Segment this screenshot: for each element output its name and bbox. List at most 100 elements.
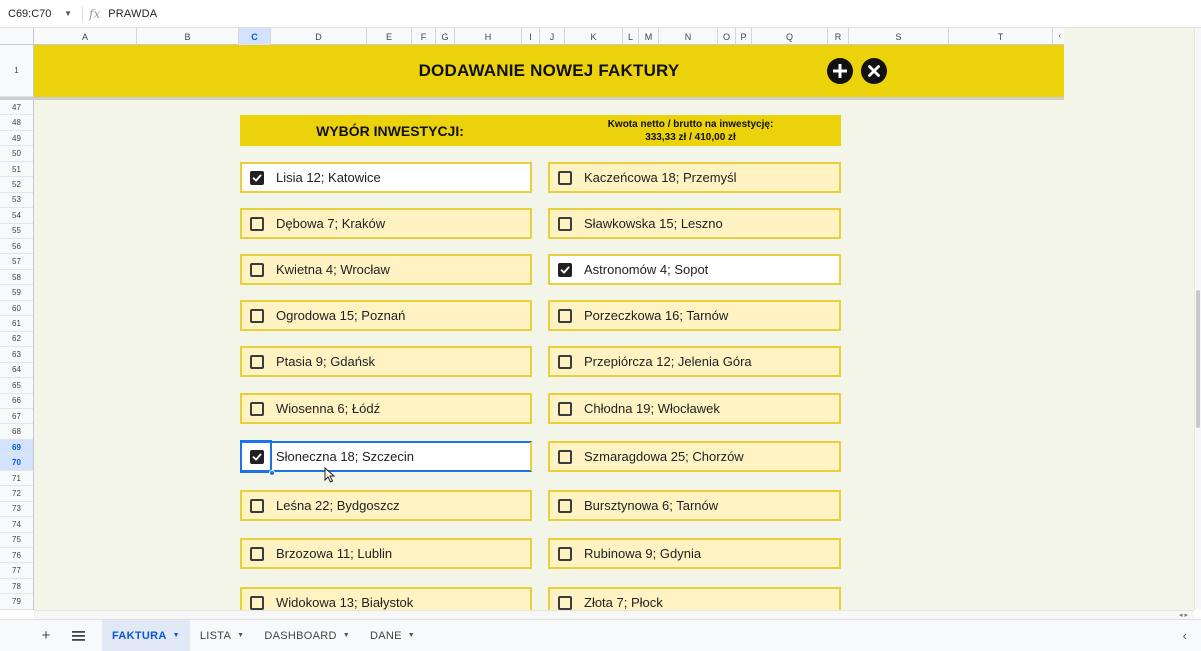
investment-item[interactable]: Ptasia 9; Gdańsk: [240, 346, 532, 377]
investment-item[interactable]: Widokowa 13; Białystok: [240, 587, 532, 610]
row-header[interactable]: 51: [0, 162, 33, 178]
column-header-a[interactable]: A: [34, 28, 137, 45]
row-header[interactable]: 54: [0, 208, 33, 224]
investment-item[interactable]: Przepiórcza 12; Jelenia Góra: [548, 346, 841, 377]
horizontal-scrollbar[interactable]: ◂ ▸: [34, 610, 1194, 619]
row-header[interactable]: 61: [0, 316, 33, 332]
row-header[interactable]: 55: [0, 224, 33, 240]
row-header[interactable]: 1: [0, 45, 33, 97]
row-header[interactable]: 74: [0, 517, 33, 533]
row-header[interactable]: 76: [0, 548, 33, 564]
column-header-p[interactable]: P: [736, 28, 752, 45]
investment-item[interactable]: Kaczeńcowa 18; Przemyśl: [548, 162, 841, 193]
close-button[interactable]: [861, 58, 887, 84]
checkbox-checked[interactable]: [250, 170, 264, 185]
column-header-g[interactable]: G: [436, 28, 455, 45]
column-header-c[interactable]: C: [239, 28, 271, 45]
row-header[interactable]: 79: [0, 594, 33, 610]
checkbox-unchecked[interactable]: [250, 498, 264, 513]
sheet-tab-dashboard[interactable]: DASHBOARD ▼: [254, 620, 360, 651]
add-sheet-button[interactable]: +: [30, 620, 62, 651]
row-header[interactable]: 67: [0, 409, 33, 425]
row-header[interactable]: 69: [0, 439, 33, 456]
row-header[interactable]: 66: [0, 394, 33, 409]
checkbox-unchecked[interactable]: [250, 262, 264, 277]
add-invoice-button[interactable]: [827, 58, 853, 84]
vertical-scroll-thumb[interactable]: [1196, 290, 1200, 428]
checkbox-unchecked[interactable]: [558, 546, 572, 561]
checkbox-unchecked[interactable]: [250, 546, 264, 561]
column-header-s[interactable]: S: [849, 28, 949, 45]
checkbox-unchecked[interactable]: [250, 308, 264, 323]
checkbox-unchecked[interactable]: [558, 354, 572, 369]
row-header[interactable]: 50: [0, 146, 33, 162]
row-header[interactable]: 63: [0, 347, 33, 363]
investment-item[interactable]: Ogrodowa 15; Poznań: [240, 300, 532, 331]
investment-item[interactable]: Rubinowa 9; Gdynia: [548, 538, 841, 569]
checkbox-unchecked[interactable]: [558, 401, 572, 416]
sheet-tab-dane[interactable]: DANE ▼: [360, 620, 425, 651]
row-header[interactable]: 57: [0, 255, 33, 270]
investment-item[interactable]: Chłodna 19; Włocławek: [548, 393, 841, 424]
row-header[interactable]: 78: [0, 579, 33, 595]
investment-item[interactable]: Sławkowska 15; Leszno: [548, 208, 841, 239]
investment-item[interactable]: Szmaragdowa 25; Chorzów: [548, 441, 841, 472]
column-header-f[interactable]: F: [412, 28, 436, 45]
column-header-q[interactable]: Q: [752, 28, 828, 45]
sheet-tab-faktura[interactable]: FAKTURA ▼: [102, 619, 190, 651]
row-header[interactable]: 62: [0, 332, 33, 348]
checkbox-unchecked[interactable]: [558, 216, 572, 231]
column-header-n[interactable]: N: [659, 28, 718, 45]
column-header-j[interactable]: J: [540, 28, 565, 45]
column-header-i[interactable]: I: [522, 28, 540, 45]
name-box[interactable]: C69:C70 ▼: [0, 0, 78, 28]
investment-item[interactable]: Leśna 22; Bydgoszcz: [240, 490, 532, 521]
column-header-l[interactable]: L: [623, 28, 639, 45]
checkbox-checked[interactable]: [558, 262, 572, 277]
formula-input[interactable]: PRAWDA: [108, 8, 157, 20]
row-header[interactable]: 53: [0, 193, 33, 209]
column-header-r[interactable]: R: [828, 28, 849, 45]
chevron-down-icon[interactable]: ▼: [343, 632, 350, 639]
chevron-down-icon[interactable]: ▼: [237, 632, 244, 639]
chevron-down-icon[interactable]: ▼: [408, 632, 415, 639]
row-header[interactable]: 64: [0, 363, 33, 379]
select-all-corner[interactable]: [0, 28, 34, 45]
investment-item[interactable]: Astronomów 4; Sopot: [548, 254, 841, 285]
investment-item[interactable]: Kwietna 4; Wrocław: [240, 254, 532, 285]
row-header[interactable]: 72: [0, 486, 33, 502]
row-header[interactable]: 59: [0, 285, 33, 301]
row-header[interactable]: 75: [0, 533, 33, 549]
checkbox-unchecked[interactable]: [558, 498, 572, 513]
chevron-down-icon[interactable]: ▼: [173, 632, 180, 639]
investment-item[interactable]: Bursztynowa 6; Tarnów: [548, 490, 841, 521]
row-header[interactable]: 58: [0, 270, 33, 286]
row-header[interactable]: 56: [0, 239, 33, 255]
investment-item[interactable]: Dębowa 7; Kraków: [240, 208, 532, 239]
column-header-d[interactable]: D: [271, 28, 367, 45]
scroll-arrows-icon[interactable]: ◂ ▸: [1179, 611, 1188, 619]
row-header[interactable]: 77: [0, 564, 33, 579]
chevron-down-icon[interactable]: ▼: [64, 9, 72, 18]
row-header[interactable]: 60: [0, 301, 33, 317]
all-sheets-button[interactable]: [62, 620, 94, 651]
checkbox-unchecked[interactable]: [250, 595, 264, 610]
investment-item[interactable]: Porzeczkowa 16; Tarnów: [548, 300, 841, 331]
sheet-grid[interactable]: WYBÓR INWESTYCJI: Kwota netto / brutto n…: [34, 100, 1064, 610]
investment-item[interactable]: Wiosenna 6; Łódź: [240, 393, 532, 424]
column-header-k[interactable]: K: [565, 28, 623, 45]
row-header[interactable]: 73: [0, 502, 33, 518]
checkbox-unchecked[interactable]: [250, 216, 264, 231]
row-header[interactable]: 68: [0, 424, 33, 440]
column-header-t[interactable]: T: [949, 28, 1053, 45]
checkbox-unchecked[interactable]: [558, 170, 572, 185]
row-header[interactable]: 52: [0, 177, 33, 193]
collapse-icon[interactable]: ‹: [1058, 31, 1061, 40]
checkbox-unchecked[interactable]: [558, 595, 572, 610]
fill-handle[interactable]: [269, 470, 275, 476]
investment-item[interactable]: Słoneczna 18; Szczecin: [240, 441, 532, 472]
column-header-o[interactable]: O: [718, 28, 736, 45]
investment-item[interactable]: Lisia 12; Katowice: [240, 162, 532, 193]
row-header[interactable]: 70: [0, 455, 33, 471]
column-header-h[interactable]: H: [455, 28, 522, 45]
